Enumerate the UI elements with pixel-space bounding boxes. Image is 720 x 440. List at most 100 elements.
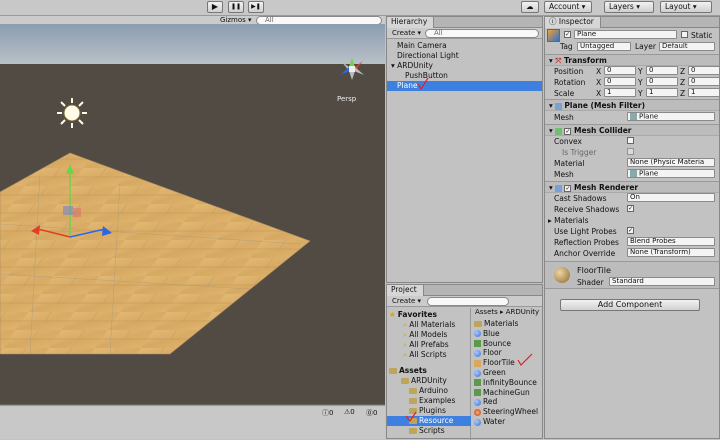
materials-foldout[interactable]: ▸ Materials (548, 216, 589, 225)
shader-dropdown[interactable]: Standard (609, 277, 715, 286)
collider-mesh-field[interactable]: Plane (627, 169, 715, 178)
project-file-item[interactable]: Blue (474, 329, 500, 338)
project-file-item[interactable]: Water (474, 417, 505, 426)
tab-inspector[interactable]: ⓘ Inspector (545, 17, 601, 28)
project-create-button[interactable]: Create ▾ (392, 297, 421, 305)
project-tree-item[interactable]: ★ Favorites (387, 310, 471, 320)
project-file-item[interactable]: Bounce (474, 339, 511, 348)
scene-view[interactable]: Persp (0, 24, 385, 405)
hierarchy-item[interactable]: PushButton (387, 71, 542, 81)
directional-light-icon[interactable] (57, 98, 87, 128)
breadcrumb-assets[interactable]: Assets (475, 308, 498, 316)
project-file-item[interactable]: Green (474, 368, 506, 377)
project-tree-item[interactable]: Assets (387, 366, 471, 376)
cloud-icon[interactable]: ☁ (521, 1, 539, 13)
project-file-item[interactable]: SteeringWheel (474, 407, 538, 416)
static-checkbox[interactable] (681, 31, 688, 38)
transform-rotation-label: Rotation (554, 78, 586, 87)
mesh-filter-mesh-field[interactable]: Plane (627, 112, 715, 121)
mesh-filter-title: Plane (Mesh Filter) (564, 101, 646, 110)
transform-title: Transform (564, 56, 607, 65)
project-file-item[interactable]: Red (474, 397, 497, 406)
project-file-item[interactable]: InfinityBounce (474, 378, 537, 387)
project-file-item[interactable]: MachineGun (474, 388, 530, 397)
layout-dropdown[interactable]: Layout ▾ (660, 1, 712, 13)
project-tree-item[interactable]: ⌕ All Scripts (387, 350, 471, 360)
scene-canvas[interactable] (0, 24, 385, 405)
project-tree: ★ Favorites ⌕ All Materials ⌕ All Models ⌕ All … (387, 308, 471, 440)
project-tree-item[interactable]: ⌕ All Materials (387, 320, 471, 330)
mesh-collider-enabled[interactable]: ✓ (564, 127, 572, 135)
project-tree-item[interactable]: Resource (387, 416, 471, 426)
position-z-input[interactable]: 0 (688, 66, 720, 75)
folder-icon (409, 398, 417, 404)
physic-material-field[interactable]: None (Physic Materia (627, 158, 715, 167)
rotation-z-input[interactable]: 0 (688, 77, 720, 86)
layer-dropdown[interactable]: Default (659, 42, 715, 51)
main-toolbar: ▶ ❚❚ ▶❚ ☁ Account ▾ Layers ▾ Layout ▾ (0, 0, 720, 16)
axis-y-label: Y (638, 78, 643, 87)
hierarchy-item[interactable]: Main Camera (387, 41, 542, 51)
add-component-button[interactable]: Add Component (560, 299, 700, 311)
project-search-input[interactable] (427, 297, 509, 306)
mesh-renderer-header[interactable]: ▾ ✓ Mesh Renderer (545, 181, 719, 193)
material-icon (474, 398, 481, 406)
position-y-input[interactable]: 0 (646, 66, 678, 75)
error-icon[interactable]: ⓪0 (366, 408, 377, 418)
hierarchy-item[interactable]: Plane (387, 81, 542, 91)
project-tree-item[interactable]: Scripts (387, 426, 471, 436)
layers-dropdown[interactable]: Layers ▾ (604, 1, 654, 13)
project-file-label: InfinityBounce (483, 377, 537, 387)
mesh-filter-header[interactable]: ▾ Plane (Mesh Filter) (545, 99, 719, 111)
tag-dropdown[interactable]: Untagged (577, 42, 631, 51)
project-file-item[interactable]: FloorTile (474, 358, 515, 367)
convex-checkbox[interactable] (627, 137, 634, 144)
convex-label: Convex (554, 137, 582, 146)
account-dropdown[interactable]: Account ▾ (544, 1, 592, 13)
hierarchy-item[interactable]: ▾ ARDUnity (387, 61, 542, 71)
mesh-renderer-enabled[interactable]: ✓ (564, 184, 572, 192)
scale-x-input[interactable]: 1 (604, 88, 636, 97)
gameobject-icon (547, 29, 560, 42)
gizmos-dropdown[interactable]: Gizmos ▾ (220, 16, 252, 24)
project-tree-item[interactable]: ⌕ All Prefabs (387, 340, 471, 350)
rotation-x-input[interactable]: 0 (604, 77, 636, 86)
tab-project[interactable]: Project (387, 285, 424, 296)
persp-label[interactable]: Persp (337, 95, 356, 103)
project-tree-item[interactable]: Plugins (387, 406, 471, 416)
reflection-probes-dropdown[interactable]: Blend Probes (627, 237, 715, 246)
step-button[interactable]: ▶❚ (248, 1, 264, 13)
project-tree-item[interactable]: ⌕ All Models (387, 330, 471, 340)
cast-shadows-dropdown[interactable]: On (627, 193, 715, 202)
receive-shadows-checkbox[interactable]: ✓ (627, 205, 634, 212)
project-file-label: SteeringWheel (483, 407, 539, 417)
warning-icon[interactable]: ⚠0 (344, 408, 355, 416)
scale-z-input[interactable]: 1 (688, 88, 720, 97)
position-x-input[interactable]: 0 (604, 66, 636, 75)
breadcrumb-ardunity[interactable]: ARDUnity (506, 308, 539, 316)
transform-position-label: Position (554, 67, 584, 76)
project-tree-item[interactable]: Examples (387, 396, 471, 406)
hierarchy-item[interactable]: Directional Light (387, 51, 542, 61)
scale-y-input[interactable]: 1 (646, 88, 678, 97)
project-tree-item[interactable]: ARDUnity (387, 376, 471, 386)
active-checkbox[interactable]: ✓ (564, 31, 571, 38)
is-trigger-checkbox[interactable] (627, 148, 634, 155)
hierarchy-search-input[interactable]: All (425, 29, 539, 38)
light-probes-checkbox[interactable]: ✓ (627, 227, 634, 234)
info-icon[interactable]: ⓘ0 (322, 408, 333, 418)
object-name-input[interactable]: Plane (574, 30, 677, 39)
hierarchy-create-button[interactable]: Create ▾ (392, 29, 421, 37)
tab-hierarchy[interactable]: Hierarchy (387, 17, 435, 28)
transform-header[interactable]: ▾ ⤧ Transform (545, 54, 719, 66)
anchor-override-field[interactable]: None (Transform) (627, 248, 715, 257)
project-tree-item[interactable]: Arduino (387, 386, 471, 396)
play-button[interactable]: ▶ (207, 1, 223, 13)
project-file-item[interactable]: Floor (474, 348, 502, 357)
mesh-collider-header[interactable]: ▾ ✓ Mesh Collider (545, 124, 719, 136)
project-panel: Project Create ▾ ★ Favorites ⌕ All Material… (386, 284, 543, 440)
rotation-y-input[interactable]: 0 (646, 77, 678, 86)
texture-icon (474, 359, 481, 367)
pause-button[interactable]: ❚❚ (228, 1, 244, 13)
project-file-item[interactable]: Materials (474, 319, 518, 328)
